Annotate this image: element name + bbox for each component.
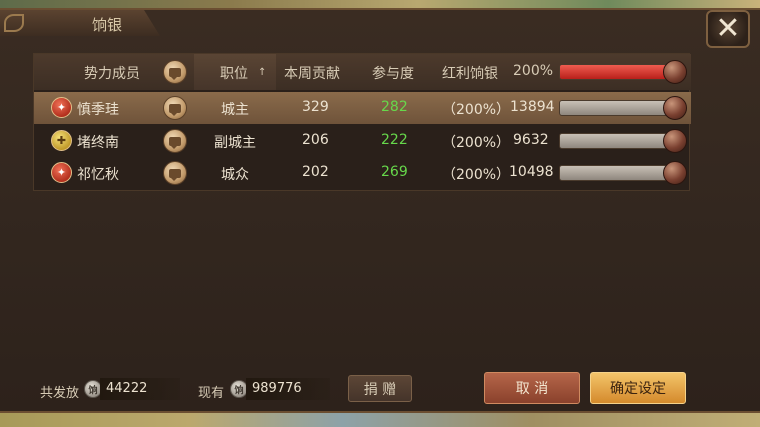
member-name: 堵终南: [77, 135, 119, 151]
member-bonus-slider[interactable]: [559, 133, 679, 149]
table-header: 势力成员 职位 ↑ 本周贡献 参与度 红利饷银 200%: [34, 54, 691, 90]
chat-icon[interactable]: [163, 161, 187, 185]
cancel-button[interactable]: 取 消: [484, 372, 580, 404]
close-icon: ✕: [715, 11, 741, 46]
deputy-rank-icon: ✚: [51, 130, 72, 151]
chat-icon[interactable]: [163, 129, 187, 153]
global-bonus-slider-knob[interactable]: [663, 60, 687, 84]
member-participation: 282: [381, 99, 408, 115]
member-contribution: 329: [302, 99, 329, 115]
member-bonus-percent: （200%）: [442, 102, 511, 118]
window-title: 饷银: [92, 16, 123, 34]
table-row[interactable]: ✚ 堵终南 副城主 206 222 （200%） 9632: [34, 125, 691, 157]
member-bonus-slider[interactable]: [559, 100, 679, 116]
member-bonus-slider-knob[interactable]: [663, 161, 687, 185]
member-silver: 10498: [509, 164, 554, 180]
member-silver: 13894: [510, 99, 555, 115]
current-balance-label: 现有: [198, 386, 225, 401]
donate-button[interactable]: 捐 赠: [348, 375, 412, 402]
chat-icon[interactable]: [163, 96, 187, 120]
total-distributed-value: 44222: [100, 378, 180, 400]
member-bonus-slider-knob[interactable]: [663, 96, 687, 120]
member-participation: 269: [381, 164, 408, 180]
member-bonus-slider[interactable]: [559, 165, 679, 181]
header-percent: 200%: [513, 63, 554, 79]
member-position: 城众: [221, 167, 249, 183]
header-weekly-contribution: 本周贡献: [284, 66, 340, 82]
lord-rank-icon: ✦: [51, 97, 72, 118]
member-bonus-percent: （200%）: [442, 135, 511, 151]
header-member: 势力成员: [84, 66, 140, 82]
member-rank-icon: ✦: [51, 162, 72, 183]
header-participation: 参与度: [372, 66, 414, 82]
current-balance-value: 989776: [246, 378, 330, 400]
total-distributed-label: 共发放: [40, 386, 80, 401]
member-position: 副城主: [214, 135, 256, 151]
header-bonus-silver: 红利饷银: [442, 66, 498, 82]
ornament-icon: [4, 14, 24, 32]
member-silver: 9632: [513, 132, 549, 148]
table-row[interactable]: ✦ 慎季珪 城主 329 282 （200%） 13894: [34, 92, 691, 124]
member-bonus-percent: （200%）: [442, 167, 511, 183]
title-tab: 饷银: [0, 10, 160, 36]
chat-icon[interactable]: [163, 60, 187, 84]
member-bonus-slider-knob[interactable]: [663, 129, 687, 153]
sort-arrow-icon: ↑: [258, 67, 267, 78]
member-contribution: 202: [302, 164, 329, 180]
close-button[interactable]: ✕: [706, 10, 750, 48]
member-position: 城主: [221, 102, 249, 118]
member-name: 慎季珪: [77, 102, 119, 118]
member-contribution: 206: [302, 132, 329, 148]
member-name: 祁忆秋: [77, 167, 119, 183]
confirm-settings-button[interactable]: 确定设定: [590, 372, 686, 404]
member-participation: 222: [381, 132, 408, 148]
header-position-sort[interactable]: 职位 ↑: [194, 54, 276, 90]
member-table: 势力成员 职位 ↑ 本周贡献 参与度 红利饷银 200% ✦ 慎季珪 城主 32…: [33, 53, 691, 191]
table-row[interactable]: ✦ 祁忆秋 城众 202 269 （200%） 10498: [34, 157, 691, 189]
silver-distribution-panel: 饷银 ✕ 势力成员 职位 ↑ 本周贡献 参与度 红利饷银 200% ✦ 慎季珪 …: [0, 8, 760, 413]
header-position: 职位: [220, 66, 248, 82]
global-bonus-slider[interactable]: [559, 64, 679, 80]
